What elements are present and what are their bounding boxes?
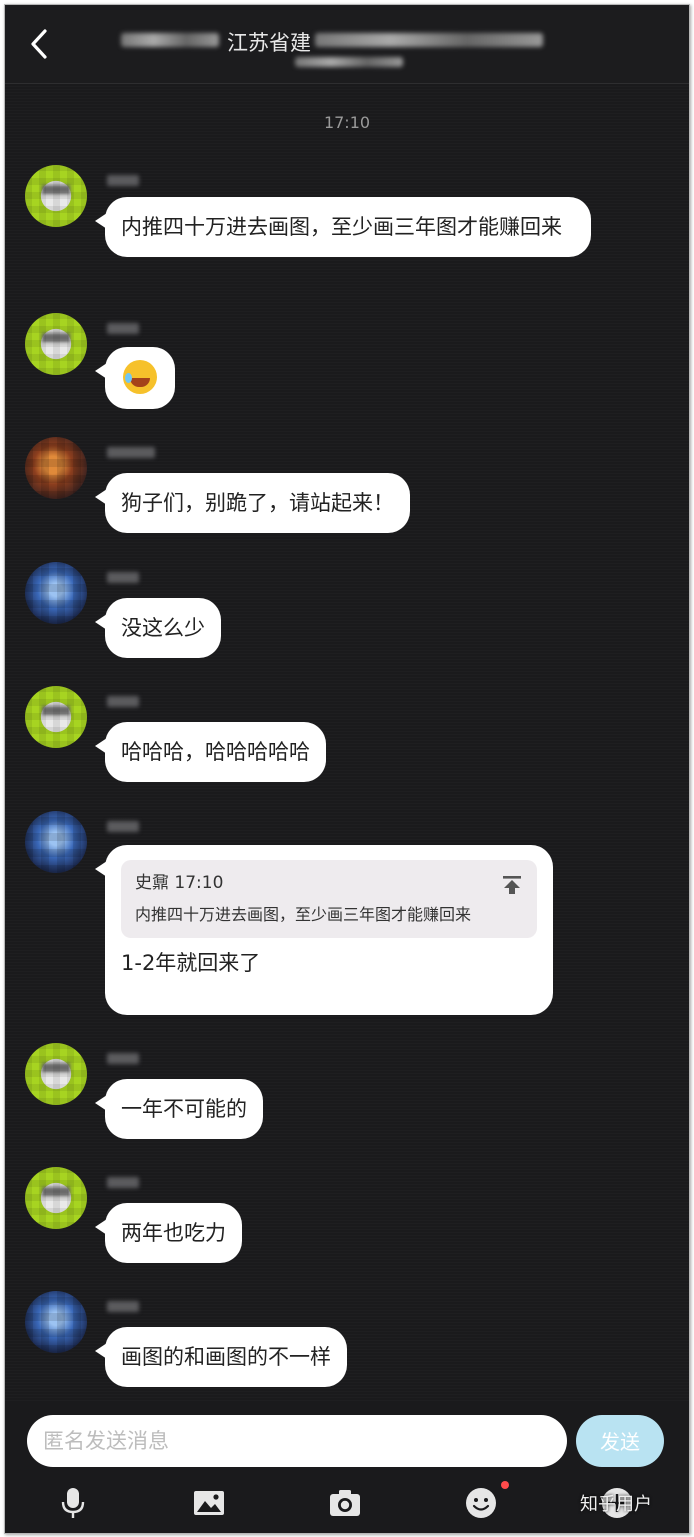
message-bubble[interactable] <box>95 347 175 409</box>
message-bubble[interactable]: 一年不可能的 <box>95 1079 263 1139</box>
message-bubble[interactable]: 两年也吃力 <box>95 1203 242 1263</box>
avatar[interactable] <box>25 165 87 227</box>
message-bubble[interactable]: 哈哈哈，哈哈哈哈哈 <box>95 722 326 782</box>
message-bubble[interactable]: 内推四十万进去画图，至少画三年图才能赚回来 <box>95 197 591 257</box>
back-button[interactable] <box>25 27 55 61</box>
message-bubble[interactable]: 史鼐 17:10 内推四十万进去画图，至少画三年图才能赚回来 1-2年就回来了 <box>95 845 553 1015</box>
avatar[interactable] <box>25 1043 87 1105</box>
send-button[interactable]: 发送 <box>576 1415 664 1467</box>
sender-name <box>107 821 139 832</box>
watermark: 知乎用户 <box>580 1494 652 1515</box>
emoji-icon[interactable] <box>463 1485 499 1521</box>
message-bubble[interactable]: 没这么少 <box>95 598 221 658</box>
message-bubble[interactable]: 画图的和画图的不一样 <box>95 1327 347 1387</box>
message-timestamp: 17:10 <box>323 113 371 132</box>
sender-name <box>107 1301 139 1312</box>
quote-time: 17:10 <box>174 873 224 893</box>
message-text: 哈哈哈，哈哈哈哈哈 <box>121 740 310 764</box>
blurred-subtitle <box>295 57 403 67</box>
microphone-icon[interactable] <box>55 1485 91 1521</box>
chat-header: 江苏省建 <box>5 5 689 84</box>
quoted-message[interactable]: 史鼐 17:10 内推四十万进去画图，至少画三年图才能赚回来 <box>121 860 537 938</box>
group-title: 江苏省建 <box>115 23 575 75</box>
sender-name <box>107 1177 139 1188</box>
blurred-title-suffix <box>315 33 543 47</box>
sender-name <box>107 323 139 334</box>
message-text: 1-2年就回来了 <box>121 951 261 975</box>
message-bubble[interactable]: 狗子们，别跪了，请站起来！ <box>95 473 410 533</box>
laughing-crying-emoji-icon <box>123 360 157 394</box>
sender-name <box>107 1053 139 1064</box>
quote-sender: 史鼐 <box>135 873 169 893</box>
message-text: 没这么少 <box>121 616 205 640</box>
avatar[interactable] <box>25 562 87 624</box>
quote-text: 内推四十万进去画图，至少画三年图才能赚回来 <box>135 905 472 924</box>
sender-name <box>107 572 139 583</box>
image-icon[interactable] <box>191 1485 227 1521</box>
message-text: 两年也吃力 <box>121 1221 226 1245</box>
sender-name <box>107 447 155 458</box>
message-input[interactable] <box>27 1415 567 1467</box>
message-text: 画图的和画图的不一样 <box>121 1345 331 1369</box>
chevron-left-icon <box>31 29 47 59</box>
sender-name <box>107 696 139 707</box>
avatar[interactable] <box>25 686 87 748</box>
notification-dot <box>501 1481 509 1489</box>
avatar[interactable] <box>25 1167 87 1229</box>
quote-header: 史鼐 17:10 <box>135 870 523 896</box>
camera-icon[interactable] <box>327 1485 363 1521</box>
message-text: 狗子们，别跪了，请站起来！ <box>121 491 394 515</box>
group-name: 江苏省建 <box>227 31 311 55</box>
jump-to-top-icon[interactable] <box>501 874 523 896</box>
chat-screen: 江苏省建 17:10 内推四十万进去画图，至少画三年图才能赚回来 狗子们，别跪了… <box>4 4 690 1534</box>
avatar[interactable] <box>25 313 87 375</box>
blurred-title-prefix <box>121 33 219 47</box>
message-text: 内推四十万进去画图，至少画三年图才能赚回来 <box>121 215 562 239</box>
message-text: 一年不可能的 <box>121 1097 247 1121</box>
avatar[interactable] <box>25 437 87 499</box>
avatar[interactable] <box>25 811 87 873</box>
avatar[interactable] <box>25 1291 87 1353</box>
sender-name <box>107 175 139 186</box>
